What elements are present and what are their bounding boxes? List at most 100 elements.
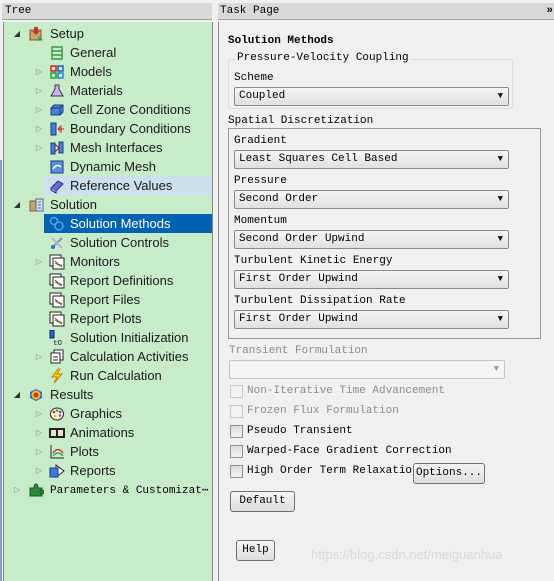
warped-face-gradient-correction-checkbox[interactable] bbox=[230, 445, 243, 458]
tree-item-materials[interactable]: ▷ Materials bbox=[4, 81, 212, 100]
svg-text:t:0: t:0 bbox=[54, 340, 62, 346]
pressure-dropdown[interactable]: Second Order ▼ bbox=[234, 190, 509, 209]
options-button[interactable]: Options... bbox=[413, 463, 485, 484]
tree-item-label: Calculation Activities bbox=[70, 349, 189, 364]
tree-item-report-plots[interactable]: Report Plots bbox=[4, 309, 212, 328]
expand-triangle-icon[interactable]: ▷ bbox=[12, 485, 22, 495]
plots-icon bbox=[49, 444, 65, 460]
reference-values-book-icon bbox=[49, 178, 65, 194]
turbulent-dissipation-rate-dropdown[interactable]: First Order Upwind ▼ bbox=[234, 310, 509, 329]
tree-item-animations[interactable]: ▷ Animations bbox=[4, 423, 212, 442]
spatial-discretization-group: Gradient Least Squares Cell Based ▼ Pres… bbox=[228, 128, 541, 339]
tree-item-general[interactable]: General bbox=[4, 43, 212, 62]
pseudo-transient-checkbox[interactable] bbox=[230, 425, 243, 438]
cell-zone-icon bbox=[49, 102, 65, 118]
gradient-label: Gradient bbox=[234, 135, 287, 147]
expand-triangle-icon[interactable]: ▷ bbox=[34, 352, 44, 362]
calculation-activities-icon bbox=[49, 349, 65, 365]
setup-icon bbox=[28, 26, 44, 42]
dropdown-arrow-icon: ▼ bbox=[497, 194, 503, 204]
frozen-flux-formulation-label: Frozen Flux Formulation bbox=[247, 405, 399, 417]
gradient-dropdown[interactable]: Least Squares Cell Based ▼ bbox=[234, 150, 509, 169]
turbulent-kinetic-energy-dropdown[interactable]: First Order Upwind ▼ bbox=[234, 270, 509, 289]
transient-formulation-label: Transient Formulation bbox=[229, 345, 368, 357]
tree-item-label: Report Plots bbox=[70, 311, 142, 326]
pressure-dropdown-value: Second Order bbox=[239, 193, 319, 205]
tree-item-parameters-customization[interactable]: ▷ Parameters & Customizat⋯ bbox=[4, 480, 212, 499]
expand-triangle-icon[interactable]: ▷ bbox=[34, 124, 44, 134]
collapse-panel-icon[interactable]: » bbox=[546, 3, 553, 20]
expand-triangle-icon[interactable]: ▷ bbox=[34, 105, 44, 115]
tree-item-label: Dynamic Mesh bbox=[70, 159, 156, 174]
dropdown-arrow-icon: ▼ bbox=[497, 314, 503, 324]
pressure-velocity-coupling-group: Pressure-Velocity Coupling Scheme Couple… bbox=[228, 52, 513, 109]
collapse-triangle-icon[interactable]: ◢ bbox=[12, 390, 22, 400]
dropdown-arrow-icon: ▼ bbox=[497, 91, 503, 101]
default-button[interactable]: Default bbox=[230, 491, 295, 512]
transient-formulation-dropdown[interactable]: ▼ bbox=[229, 360, 505, 379]
tree-item-results[interactable]: ◢ Results bbox=[4, 385, 212, 404]
tree-item-label: Animations bbox=[70, 425, 135, 440]
expand-triangle-icon[interactable]: ▷ bbox=[34, 86, 44, 96]
tree-item-solution-methods[interactable]: Solution Methods bbox=[4, 214, 212, 233]
tree-item-label: Plots bbox=[70, 444, 99, 459]
expand-triangle-icon[interactable]: ▷ bbox=[34, 67, 44, 77]
solution-methods-icon bbox=[49, 216, 65, 232]
tree-item-solution-controls[interactable]: Solution Controls bbox=[4, 233, 212, 252]
tree-item-boundary-conditions[interactable]: ▷ Boundary Conditions bbox=[4, 119, 212, 138]
tree-item-report-definitions[interactable]: Report Definitions bbox=[4, 271, 212, 290]
momentum-dropdown[interactable]: Second Order Upwind ▼ bbox=[234, 230, 509, 249]
tree-body[interactable]: ◢ Setup General ▷ Models ▷ Materials ▷ C… bbox=[3, 22, 213, 581]
help-button[interactable]: Help bbox=[236, 540, 275, 561]
task-page-body: Solution Methods Pressure-Velocity Coupl… bbox=[218, 22, 554, 581]
collapse-triangle-icon[interactable]: ◢ bbox=[12, 29, 22, 39]
solution-icon bbox=[28, 197, 44, 213]
expand-triangle-icon[interactable]: ▷ bbox=[34, 257, 44, 267]
warped-face-gradient-correction-label: Warped-Face Gradient Correction bbox=[247, 445, 452, 457]
collapse-triangle-icon[interactable]: ◢ bbox=[12, 200, 22, 210]
tree-item-reports[interactable]: ▷ Reports bbox=[4, 461, 212, 480]
task-page-title: Task Page bbox=[220, 5, 280, 17]
tree-item-setup[interactable]: ◢ Setup bbox=[4, 24, 212, 43]
tree-item-plots[interactable]: ▷ Plots bbox=[4, 442, 212, 461]
high-order-term-relaxation-checkbox[interactable] bbox=[230, 465, 243, 478]
momentum-label: Momentum bbox=[234, 215, 287, 227]
tree-item-reference-values[interactable]: Reference Values bbox=[4, 176, 212, 195]
watermark-text: https://blog.csdn.net/meiguanhua bbox=[311, 547, 503, 562]
tree-item-label: Models bbox=[70, 64, 112, 79]
turbulent-dissipation-rate-label: Turbulent Dissipation Rate bbox=[234, 295, 406, 307]
tree-item-models[interactable]: ▷ Models bbox=[4, 62, 212, 81]
task-page-panel: Task Page » Solution Methods Pressure-Ve… bbox=[217, 0, 554, 581]
spatial-discretization-label: Spatial Discretization bbox=[228, 115, 374, 127]
expand-triangle-icon[interactable]: ▷ bbox=[34, 409, 44, 419]
expand-triangle-icon[interactable]: ▷ bbox=[34, 428, 44, 438]
tree-item-run-calculation[interactable]: Run Calculation bbox=[4, 366, 212, 385]
expand-triangle-icon[interactable]: ▷ bbox=[34, 447, 44, 457]
tree-item-solution[interactable]: ◢ Solution bbox=[4, 195, 212, 214]
tree-item-monitors[interactable]: ▷ Monitors bbox=[4, 252, 212, 271]
monitors-icon bbox=[49, 254, 65, 270]
scheme-dropdown-value: Coupled bbox=[239, 90, 286, 102]
tree-item-solution-initialization[interactable]: t:0 Solution Initialization bbox=[4, 328, 212, 347]
tree-header: Tree bbox=[2, 3, 212, 20]
tree-item-label: Reference Values bbox=[70, 178, 173, 193]
frozen-flux-formulation-checkbox[interactable] bbox=[230, 405, 243, 418]
parameters-puzzle-icon bbox=[28, 482, 44, 498]
tree-item-label: Graphics bbox=[70, 406, 123, 421]
tree-left-accent bbox=[0, 160, 2, 581]
reports-icon bbox=[49, 463, 65, 479]
expand-triangle-icon[interactable]: ▷ bbox=[34, 143, 44, 153]
graphics-palette-icon bbox=[49, 406, 65, 422]
expand-triangle-icon[interactable]: ▷ bbox=[34, 466, 44, 476]
tree-item-graphics[interactable]: ▷ Graphics bbox=[4, 404, 212, 423]
tree-item-cell-zone-conditions[interactable]: ▷ Cell Zone Conditions bbox=[4, 100, 212, 119]
non-iterative-time-advancement-checkbox[interactable] bbox=[230, 385, 243, 398]
tree-item-report-files[interactable]: Report Files bbox=[4, 290, 212, 309]
tree-item-label: Materials bbox=[70, 83, 123, 98]
tree-item-calculation-activities[interactable]: ▷ Calculation Activities bbox=[4, 347, 212, 366]
tree-item-dynamic-mesh[interactable]: Dynamic Mesh bbox=[4, 157, 212, 176]
turbulent-kinetic-energy-label: Turbulent Kinetic Energy bbox=[234, 255, 393, 267]
scheme-dropdown[interactable]: Coupled ▼ bbox=[234, 87, 509, 106]
tree-item-mesh-interfaces[interactable]: ▷ Mesh Interfaces bbox=[4, 138, 212, 157]
turbulent-dissipation-rate-dropdown-value: First Order Upwind bbox=[239, 313, 358, 325]
